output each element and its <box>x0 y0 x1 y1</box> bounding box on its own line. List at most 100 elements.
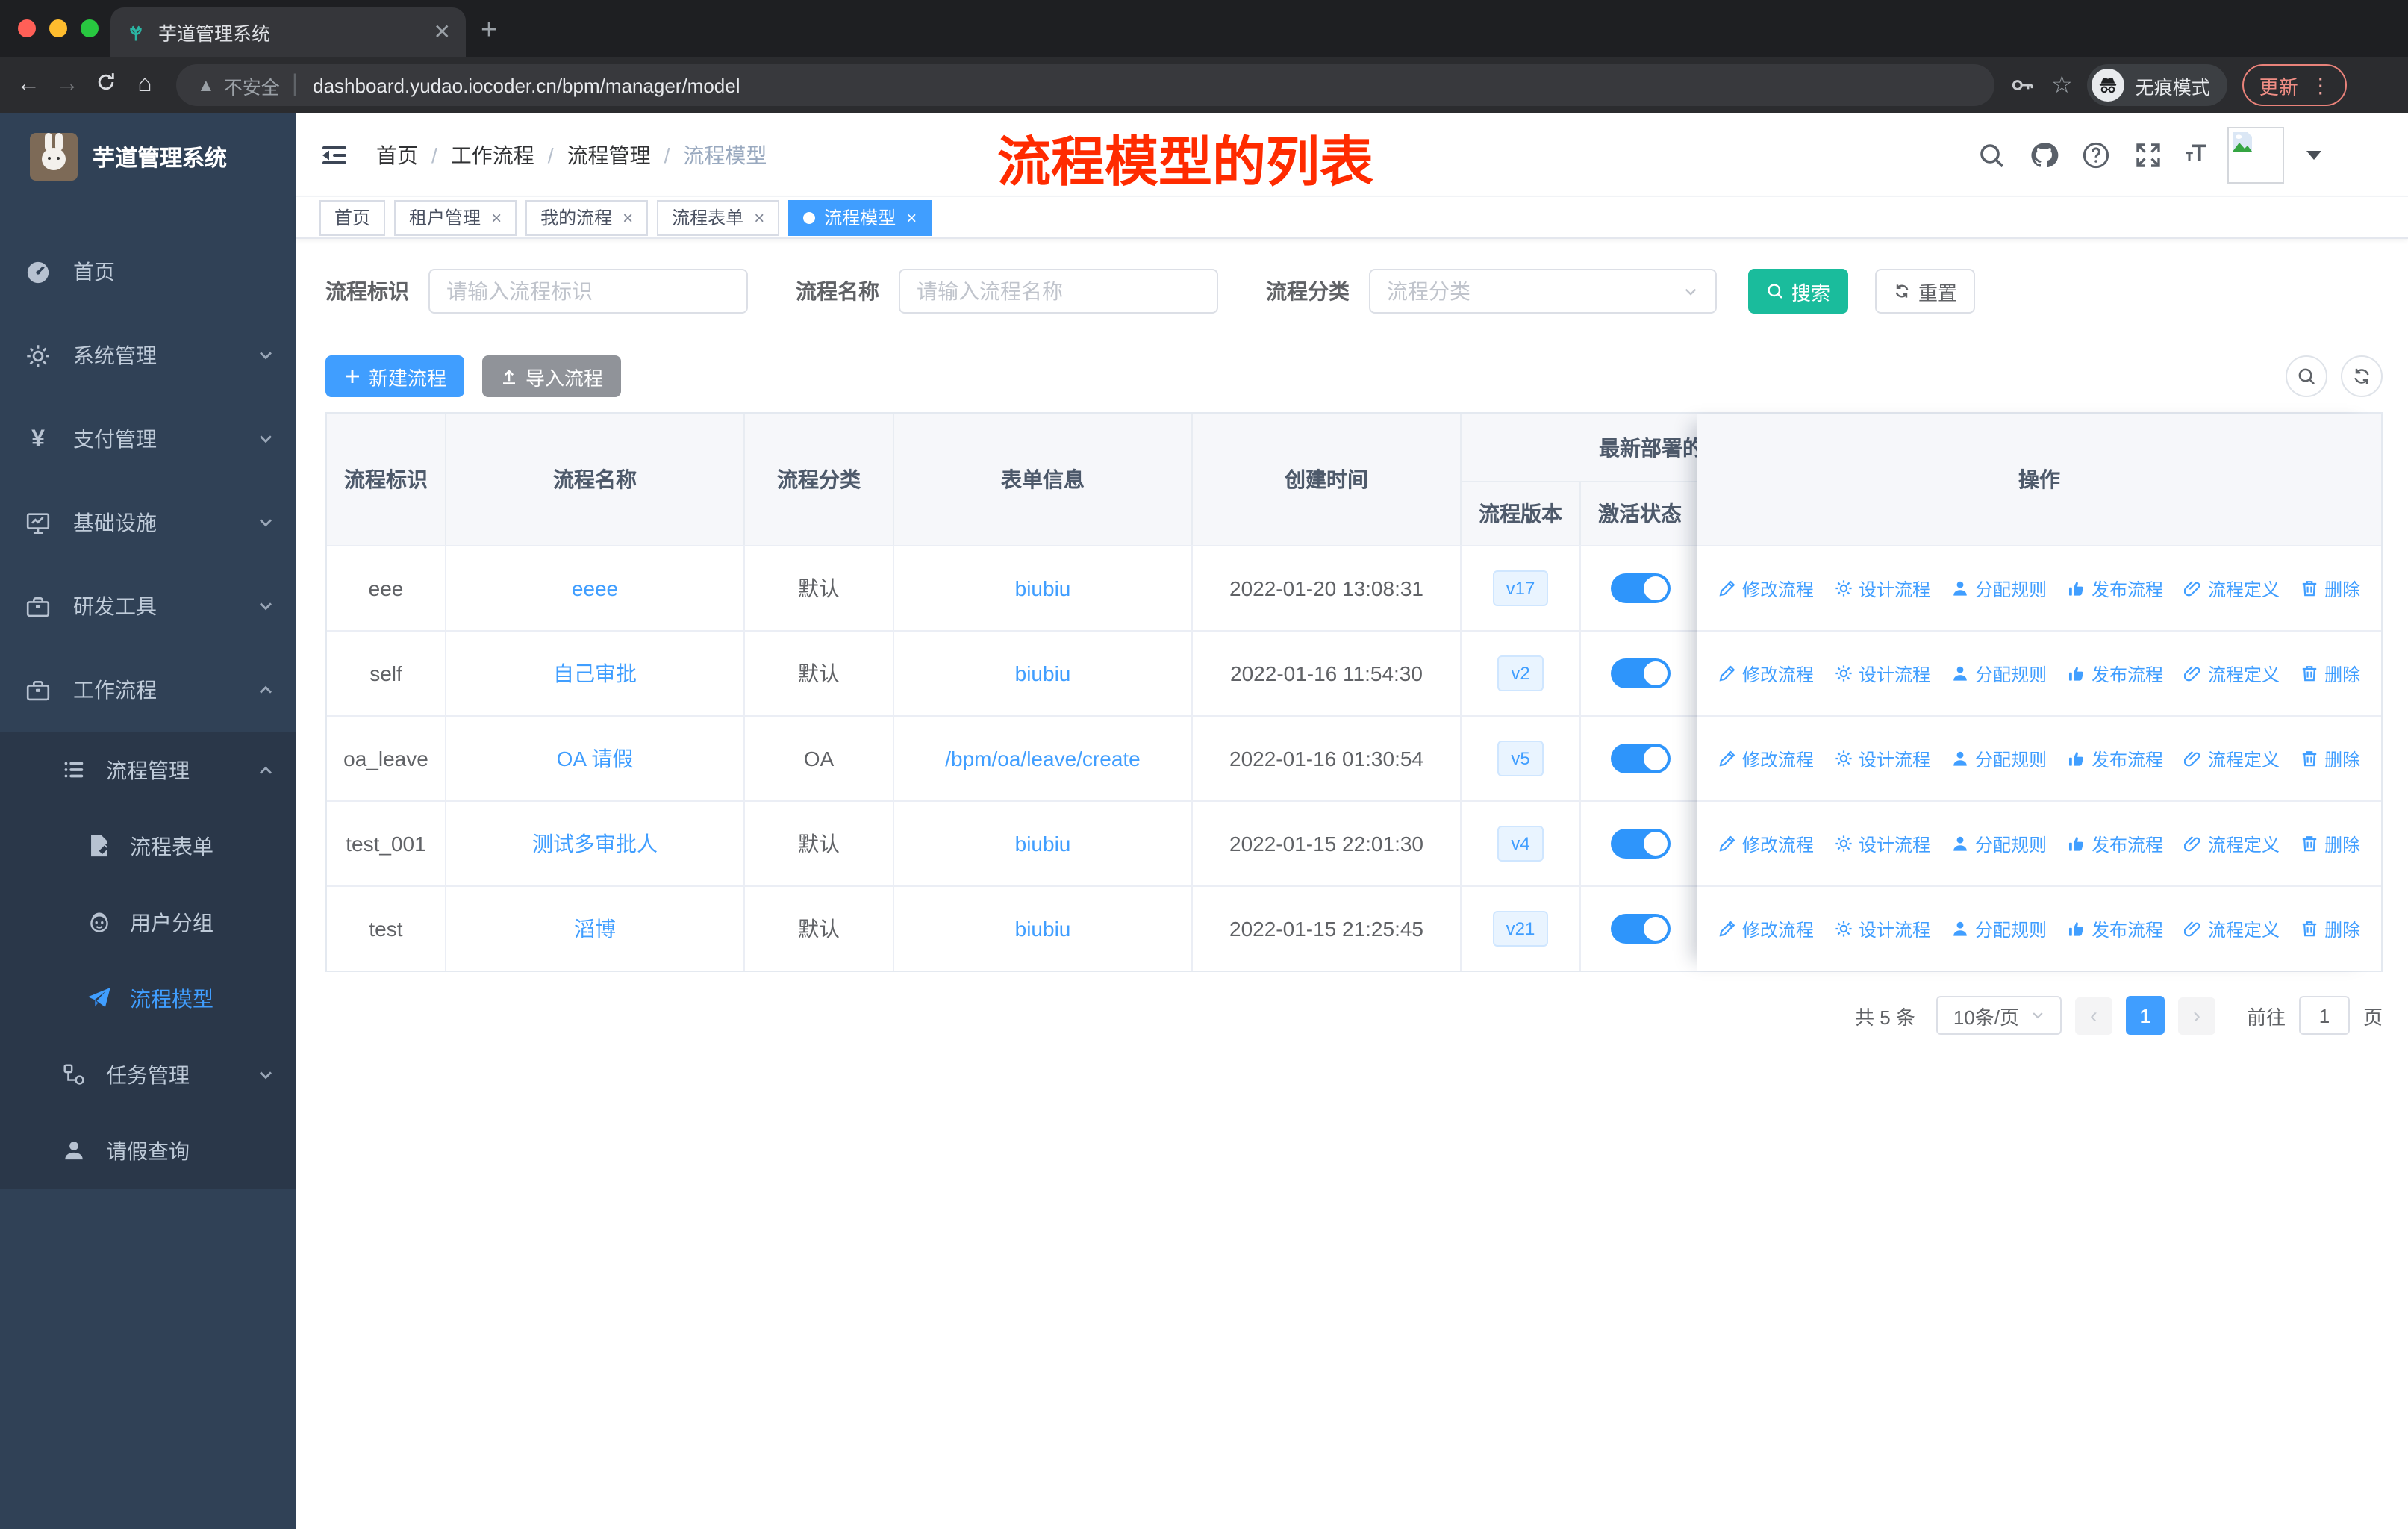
action-definition-link[interactable]: 流程定义 <box>2184 576 2280 601</box>
action-edit-link[interactable]: 修改流程 <box>1718 831 1814 856</box>
import-process-button[interactable]: 导入流程 <box>482 355 622 397</box>
process-name-link[interactable]: eeee <box>572 576 618 600</box>
action-publish-link[interactable]: 发布流程 <box>2068 661 2163 686</box>
breadcrumb-home[interactable]: 首页 <box>376 140 418 169</box>
new-tab-button[interactable]: + <box>481 12 497 51</box>
action-design-link[interactable]: 设计流程 <box>1835 576 1930 601</box>
next-page-button[interactable]: › <box>2177 997 2215 1034</box>
github-icon[interactable] <box>2029 140 2059 169</box>
sidebar-item-process-management[interactable]: 流程管理 <box>0 732 296 808</box>
form-info-link[interactable]: biubiu <box>1015 661 1071 685</box>
browser-menu-icon[interactable]: ⋮ <box>2310 72 2331 98</box>
sidebar-item-system[interactable]: 系统管理 <box>0 314 296 397</box>
form-info-link[interactable]: biubiu <box>1015 576 1071 600</box>
minimize-window-button[interactable] <box>49 19 67 37</box>
page-size-select[interactable]: 10条/页 <box>1936 996 2062 1035</box>
sidebar-item-task-management[interactable]: 任务管理 <box>0 1036 296 1112</box>
sidebar-item-dev-tools[interactable]: 研发工具 <box>0 564 296 648</box>
form-info-link[interactable]: biubiu <box>1015 832 1071 856</box>
action-publish-link[interactable]: 发布流程 <box>2068 831 2163 856</box>
browser-tab[interactable]: 芋道管理系统 ✕ <box>110 7 466 57</box>
close-icon[interactable]: × <box>906 207 917 228</box>
action-definition-link[interactable]: 流程定义 <box>2184 916 2280 941</box>
action-edit-link[interactable]: 修改流程 <box>1718 661 1814 686</box>
sidebar-item-process-form[interactable]: 流程表单 <box>0 808 296 884</box>
tab-close-icon[interactable]: ✕ <box>434 19 451 45</box>
action-delete-link[interactable]: 删除 <box>2301 916 2360 941</box>
show-search-button[interactable] <box>2286 355 2327 397</box>
macos-window-controls[interactable] <box>18 19 99 37</box>
action-assign-link[interactable]: 分配规则 <box>1951 661 2047 686</box>
action-publish-link[interactable]: 发布流程 <box>2068 576 2163 601</box>
close-icon[interactable]: × <box>491 207 502 228</box>
action-publish-link[interactable]: 发布流程 <box>2068 746 2163 771</box>
current-page-button[interactable]: 1 <box>2125 996 2165 1035</box>
reload-icon[interactable] <box>87 69 125 101</box>
sidebar-item-payment[interactable]: ¥ 支付管理 <box>0 397 296 481</box>
action-delete-link[interactable]: 删除 <box>2301 576 2360 601</box>
prev-page-button[interactable]: ‹ <box>2074 997 2112 1034</box>
help-icon[interactable] <box>2081 140 2111 169</box>
tag-my-process[interactable]: 我的流程 × <box>525 199 649 235</box>
fullscreen-icon[interactable] <box>2133 140 2163 169</box>
address-bar[interactable]: ▲ 不安全 | dashboard.yudao.iocoder.cn/bpm/m… <box>176 64 1994 106</box>
home-icon[interactable]: ⌂ <box>125 72 164 99</box>
forward-icon[interactable]: → <box>48 72 87 99</box>
reset-button[interactable]: 重置 <box>1875 269 1976 314</box>
close-icon[interactable]: × <box>754 207 764 228</box>
collapse-sidebar-icon[interactable] <box>319 140 349 169</box>
bookmark-star-icon[interactable]: ☆ <box>2051 70 2073 100</box>
action-delete-link[interactable]: 删除 <box>2301 831 2360 856</box>
tag-process-form[interactable]: 流程表单 × <box>657 199 780 235</box>
action-edit-link[interactable]: 修改流程 <box>1718 746 1814 771</box>
process-key-input[interactable] <box>428 269 748 314</box>
action-publish-link[interactable]: 发布流程 <box>2068 916 2163 941</box>
action-definition-link[interactable]: 流程定义 <box>2184 746 2280 771</box>
key-icon[interactable] <box>2009 72 2036 99</box>
active-status-toggle[interactable] <box>1610 573 1670 603</box>
sidebar-item-infrastructure[interactable]: 基础设施 <box>0 481 296 564</box>
action-assign-link[interactable]: 分配规则 <box>1951 746 2047 771</box>
active-status-toggle[interactable] <box>1610 829 1670 859</box>
user-menu-caret-icon[interactable] <box>2306 150 2321 159</box>
tag-tenant-management[interactable]: 租户管理 × <box>394 199 517 235</box>
process-name-link[interactable]: 自己审批 <box>553 658 637 688</box>
process-name-link[interactable]: OA 请假 <box>557 744 634 773</box>
action-assign-link[interactable]: 分配规则 <box>1951 576 2047 601</box>
sidebar-item-workflow[interactable]: 工作流程 <box>0 648 296 732</box>
action-assign-link[interactable]: 分配规则 <box>1951 916 2047 941</box>
action-edit-link[interactable]: 修改流程 <box>1718 576 1814 601</box>
app-logo-row[interactable]: 芋道管理系统 <box>0 113 296 185</box>
breadcrumb-workflow[interactable]: 工作流程 <box>451 140 534 169</box>
sidebar-item-process-model[interactable]: 流程模型 <box>0 960 296 1036</box>
goto-page-input[interactable] <box>2298 996 2350 1035</box>
action-edit-link[interactable]: 修改流程 <box>1718 916 1814 941</box>
process-name-link[interactable]: 滔博 <box>574 914 616 944</box>
process-name-link[interactable]: 测试多审批人 <box>532 829 658 859</box>
action-design-link[interactable]: 设计流程 <box>1835 746 1930 771</box>
create-process-button[interactable]: 新建流程 <box>325 355 465 397</box>
chrome-update-button[interactable]: 更新 ⋮ <box>2242 64 2348 106</box>
search-icon[interactable] <box>1977 140 2006 169</box>
zoom-window-button[interactable] <box>81 19 99 37</box>
back-icon[interactable]: ← <box>9 72 48 99</box>
action-delete-link[interactable]: 删除 <box>2301 661 2360 686</box>
tag-process-model[interactable]: 流程模型 × <box>788 199 932 235</box>
process-category-select[interactable]: 流程分类 <box>1369 269 1717 314</box>
action-design-link[interactable]: 设计流程 <box>1835 661 1930 686</box>
refresh-table-button[interactable] <box>2341 355 2383 397</box>
process-name-input[interactable] <box>899 269 1218 314</box>
close-icon[interactable]: × <box>623 207 633 228</box>
sidebar-item-user-group[interactable]: 用户分组 <box>0 884 296 960</box>
active-status-toggle[interactable] <box>1610 658 1670 688</box>
font-size-icon[interactable]: тT <box>2186 141 2206 168</box>
action-definition-link[interactable]: 流程定义 <box>2184 831 2280 856</box>
breadcrumb-process-management[interactable]: 流程管理 <box>567 140 651 169</box>
action-design-link[interactable]: 设计流程 <box>1835 831 1930 856</box>
action-assign-link[interactable]: 分配规则 <box>1951 831 2047 856</box>
form-info-link[interactable]: /bpm/oa/leave/create <box>945 747 1141 770</box>
action-delete-link[interactable]: 删除 <box>2301 746 2360 771</box>
action-definition-link[interactable]: 流程定义 <box>2184 661 2280 686</box>
sidebar-item-leave-query[interactable]: 请假查询 <box>0 1112 296 1189</box>
search-button[interactable]: 搜索 <box>1748 269 1849 314</box>
